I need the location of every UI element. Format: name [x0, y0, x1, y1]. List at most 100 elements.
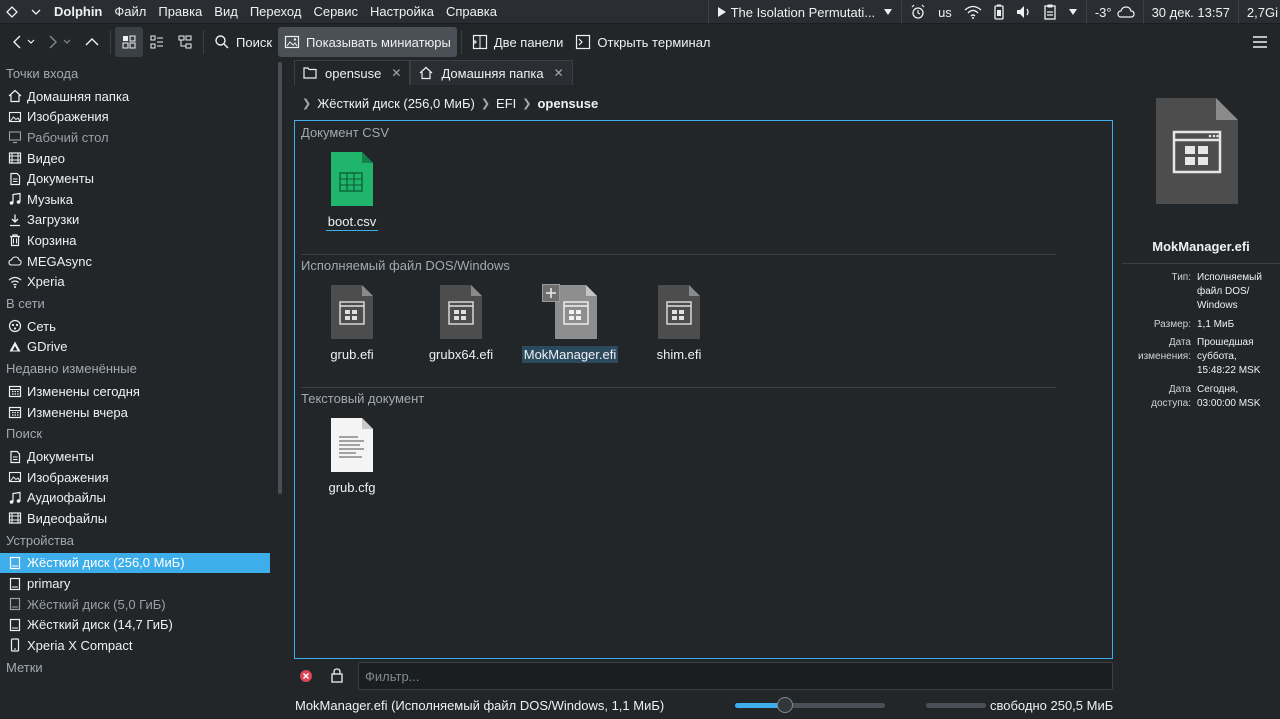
file-item[interactable]: grubx64.efi [411, 284, 511, 363]
menu-item[interactable]: Переход [244, 0, 308, 24]
sidebar-item[interactable]: Изменены вчера [0, 402, 270, 423]
sidebar-item[interactable]: Видео [0, 148, 270, 169]
file-item[interactable]: grub.cfg [302, 417, 402, 496]
menu-item[interactable]: Сервис [307, 0, 364, 24]
memory-monitor[interactable]: 2,7Gi [1241, 0, 1280, 24]
volume-icon[interactable] [1010, 0, 1038, 24]
sidebar-item[interactable]: Домашняя папка [0, 86, 270, 107]
window-menu-button[interactable] [0, 0, 24, 24]
search-button[interactable]: Поиск [208, 27, 278, 57]
file-name: shim.efi [656, 347, 702, 362]
status-bar: MokManager.efi (Исполняемый файл DOS/Win… [294, 694, 1114, 716]
show-thumbnails-button[interactable]: Показывать миниатюры [278, 27, 457, 57]
sidebar-item[interactable]: Музыка [0, 189, 270, 210]
system-tray: The Isolation Permutati... us -3° 30 дек [706, 0, 1280, 24]
sidebar-scrollbar[interactable] [278, 62, 282, 494]
close-icon[interactable]: ✕ [391, 66, 401, 80]
sidebar-item[interactable]: Видеофайлы [0, 508, 270, 529]
sidebar-item-label: primary [27, 576, 71, 592]
arrow-left-icon [13, 35, 21, 49]
sidebar-item-label: Изменены вчера [27, 404, 128, 420]
wifi-icon[interactable] [958, 0, 988, 24]
sidebar-item[interactable]: Xperia [0, 271, 270, 292]
sidebar-item-label: Изображения [27, 469, 109, 485]
menu-item[interactable]: Настройка [364, 0, 440, 24]
sidebar-item[interactable]: primary [0, 573, 270, 594]
tab-label: opensuse [325, 65, 382, 81]
image-icon [8, 110, 22, 124]
tray-expand-icon[interactable] [1062, 0, 1084, 24]
split-view-icon [472, 34, 487, 50]
sidebar-item[interactable]: Сеть [0, 316, 270, 337]
sidebar-item-label: Загрузки [27, 212, 80, 228]
forward-button[interactable] [42, 27, 78, 57]
compact-view-button[interactable] [143, 27, 171, 57]
file-item-selected[interactable]: MokManager.efi [520, 284, 620, 363]
sidebar-item[interactable]: Загрузки [0, 210, 270, 231]
breadcrumb-item[interactable]: ❯ EFI [475, 96, 516, 111]
toolbar: Поиск Показывать миниатюры Две панели От… [0, 24, 1280, 60]
weather-widget[interactable]: -3° [1089, 0, 1141, 24]
file-item[interactable]: boot.csv [302, 151, 402, 231]
filter-input[interactable] [358, 662, 1113, 690]
menu-item[interactable]: Файл [108, 0, 152, 24]
sidebar-item[interactable]: Документы [0, 168, 270, 189]
sidebar-item[interactable]: Xperia X Compact [0, 635, 270, 656]
filter-bar [294, 662, 1113, 690]
sidebar-item[interactable]: Изменены сегодня [0, 381, 270, 402]
clipboard-icon[interactable] [1038, 0, 1062, 24]
file-view[interactable]: Документ CSV boot.csv Исполняемый файл D… [294, 120, 1113, 659]
back-button[interactable] [6, 27, 42, 57]
hamburger-menu-button[interactable] [1246, 27, 1274, 57]
sidebar-item[interactable]: Жёсткий диск (5,0 ГиБ) [0, 594, 270, 615]
menu-item[interactable]: Правка [152, 0, 208, 24]
sidebar-item[interactable]: Рабочий стол [0, 127, 270, 148]
zoom-slider-handle[interactable] [776, 697, 793, 713]
keyboard-layout-indicator[interactable]: us [932, 0, 958, 24]
menu-item[interactable]: Справка [440, 0, 503, 24]
search-icon [215, 35, 229, 49]
sidebar-item[interactable]: GDrive [0, 337, 270, 358]
chevron-down-icon [31, 9, 41, 15]
breadcrumb-item[interactable]: ❯ Жёсткий диск (256,0 МиБ) [296, 96, 475, 111]
sidebar-item[interactable]: MEGAsync [0, 251, 270, 272]
close-filter-icon[interactable] [299, 669, 313, 686]
open-terminal-button[interactable]: Открыть терминал [569, 27, 716, 57]
clock[interactable]: 30 дек. 13:57 [1146, 0, 1236, 24]
file-item[interactable]: shim.efi [629, 284, 729, 363]
sidebar-item-label: Сеть [27, 318, 56, 334]
sidebar-item[interactable]: Корзина [0, 230, 270, 251]
sidebar-item-label: Xperia [27, 274, 65, 290]
file-item[interactable]: grub.efi [302, 284, 402, 363]
sidebar-item-label: Изменены сегодня [27, 383, 140, 399]
sidebar-item[interactable]: Жёсткий диск (256,0 МиБ) [0, 552, 270, 574]
sidebar-item[interactable]: Изображения [0, 107, 270, 128]
breadcrumb-item[interactable]: ❯ opensuse [516, 96, 598, 111]
details-view-button[interactable] [171, 27, 199, 57]
close-icon[interactable]: ✕ [554, 66, 564, 80]
executable-file-icon [542, 284, 597, 339]
alarm-icon[interactable] [904, 0, 932, 24]
top-panel: Dolphin Файл Правка Вид Переход Сервис Настро… [0, 0, 1280, 24]
menu-bar: Файл Правка Вид Переход Сервис Настройка Справ… [108, 0, 503, 24]
sidebar-item[interactable]: Аудиофайлы [0, 488, 270, 509]
tab-opensuse[interactable]: opensuse ✕ [294, 60, 411, 85]
zoom-slider[interactable] [735, 697, 885, 713]
split-view-button[interactable]: Две панели [466, 27, 570, 57]
sidebar-item[interactable]: Изображения [0, 467, 270, 488]
tab-home[interactable]: Домашняя папка ✕ [410, 60, 573, 85]
up-button[interactable] [78, 27, 106, 57]
image-icon [8, 470, 22, 484]
menu-item[interactable]: Вид [208, 0, 244, 24]
window-collapse-button[interactable] [24, 0, 48, 24]
lock-icon[interactable] [331, 668, 343, 686]
battery-icon[interactable] [988, 0, 1010, 24]
icons-view-button[interactable] [115, 27, 143, 57]
file-name: grub.cfg [328, 480, 376, 495]
sidebar-item[interactable]: Документы [0, 446, 270, 467]
sidebar-section-title: В сети [6, 295, 45, 311]
media-player-widget[interactable]: The Isolation Permutati... [711, 0, 900, 24]
chevron-down-icon [63, 39, 71, 44]
sidebar-item[interactable]: Жёсткий диск (14,7 ГиБ) [0, 614, 270, 635]
arrow-up-icon [85, 38, 99, 46]
